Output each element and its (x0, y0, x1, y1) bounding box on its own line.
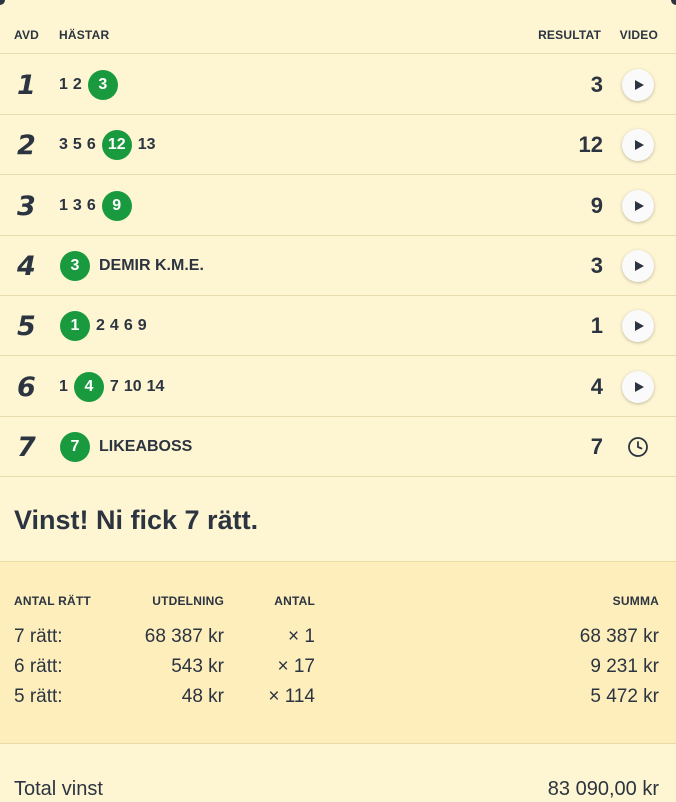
payout-utdelning: 68 387 kr (144, 626, 224, 647)
race-row: 6 1 4 7 10 14 4 (0, 357, 676, 417)
horse-name: DEMIR K.M.E. (99, 256, 204, 274)
horse-number: 5 (72, 136, 82, 154)
race-row: 2 3 5 6 12 13 12 (0, 115, 676, 176)
winning-horse-badge: 9 (101, 190, 132, 221)
play-icon (635, 321, 644, 332)
video-play-button[interactable] (622, 310, 654, 343)
race-result: 7 (590, 433, 603, 459)
winning-horse-badge: 7 (60, 431, 90, 462)
horse-number: 1 (59, 76, 68, 93)
race-row: 7 7 LIKEABOSS 7 (0, 417, 676, 477)
race-row: 4 3 DEMIR K.M.E. 3 (0, 236, 676, 296)
horse-list: 3 DEMIR K.M.E. (59, 236, 204, 296)
winning-horse-badge: 12 (101, 130, 132, 161)
video-play-button[interactable] (622, 249, 654, 282)
winning-horse-badge: 3 (60, 250, 90, 281)
horse-list: 7 LIKEABOSS (59, 417, 192, 477)
race-result: 3 (590, 72, 603, 97)
race-row: 5124691 (0, 296, 676, 357)
horse-number: 14 (146, 377, 165, 395)
win-message: Vinst! Ni fick 7 rätt. (14, 505, 259, 535)
horse-number: 1 (59, 377, 68, 395)
horse-number: 6 (86, 136, 96, 154)
payout-summa: 5 472 kr (590, 686, 659, 707)
horse-name: LIKEABOSS (99, 437, 193, 455)
results-header: AVD HÄSTAR RESULTAT VIDEO (0, 0, 676, 54)
race-number: 1 (17, 70, 36, 101)
horse-number: 6 (86, 196, 96, 214)
horse-number: 13 (137, 136, 156, 154)
payout-header-summa: SUMMA (612, 594, 659, 608)
play-icon (635, 381, 644, 392)
header-hastar: HÄSTAR (59, 28, 110, 42)
race-result: 4 (590, 373, 603, 399)
race-row: 313699 (0, 176, 676, 236)
play-icon (635, 140, 644, 151)
payout-header-utdelning: UTDELNING (152, 594, 224, 608)
race-result: 1 (590, 313, 603, 339)
play-icon (635, 80, 644, 90)
payout-summa: 68 387 kr (579, 626, 659, 647)
header-resultat: RESULTAT (538, 28, 601, 42)
payout-utdelning: 543 kr (171, 656, 224, 677)
play-icon (635, 200, 644, 211)
race-number: 2 (17, 130, 36, 162)
header-avd: AVD (14, 28, 40, 42)
race-result: 12 (578, 132, 603, 158)
race-result: 9 (590, 192, 603, 218)
video-play-button[interactable] (622, 189, 654, 222)
horse-number: 1 (59, 196, 68, 214)
payout-summa: 9 231 kr (590, 656, 659, 677)
horse-number: 7 (109, 377, 119, 395)
horse-number: 6 (123, 317, 133, 335)
race-number: 6 (17, 371, 36, 403)
payout-table: ANTAL RÄTT UTDELNING ANTAL SUMMA 7 rätt:… (0, 561, 676, 744)
horse-number: 2 (72, 76, 82, 93)
race-result: 3 (590, 252, 603, 278)
clock-icon (627, 436, 649, 458)
play-icon (635, 260, 644, 271)
header-video: VIDEO (619, 28, 658, 42)
horse-list: 1 4 7 10 14 (59, 357, 164, 417)
video-play-button[interactable] (622, 370, 654, 403)
horse-number: 3 (59, 136, 68, 154)
payout-antal: × 1 (288, 626, 315, 647)
payout-antal: × 114 (268, 686, 315, 707)
winning-horse-badge: 1 (60, 311, 90, 342)
video-play-button[interactable] (622, 69, 654, 101)
horse-number: 3 (72, 196, 82, 214)
payout-ratt: 5 rätt: (14, 686, 63, 707)
horse-list: 3 5 6 12 13 (59, 115, 156, 175)
horse-number: 4 (109, 317, 119, 335)
payout-header-antal-ratt: ANTAL RÄTT (14, 594, 91, 608)
race-row: 11233 (0, 55, 676, 115)
payout-ratt: 6 rätt: (14, 656, 63, 677)
total-value: 83 090,00 kr (547, 778, 659, 800)
horse-number: 10 (123, 377, 142, 395)
payout-antal: × 17 (277, 656, 315, 677)
race-number: 3 (17, 190, 36, 222)
payout-ratt: 7 rätt: (14, 626, 63, 647)
horse-list: 123 (59, 55, 119, 115)
race-number: 4 (17, 250, 36, 282)
video-play-button[interactable] (622, 129, 654, 162)
horse-number: 2 (96, 317, 105, 335)
winning-horse-badge: 3 (87, 70, 118, 100)
race-number: 5 (17, 311, 36, 343)
winning-horse-badge: 4 (73, 371, 104, 402)
payout-header-antal: ANTAL (274, 594, 315, 608)
horse-list: 12469 (59, 296, 147, 356)
payout-utdelning: 48 kr (181, 686, 224, 707)
race-number: 7 (17, 431, 36, 463)
horse-number: 9 (137, 317, 147, 335)
total-label: Total vinst (14, 778, 103, 800)
horse-list: 1369 (59, 176, 133, 236)
